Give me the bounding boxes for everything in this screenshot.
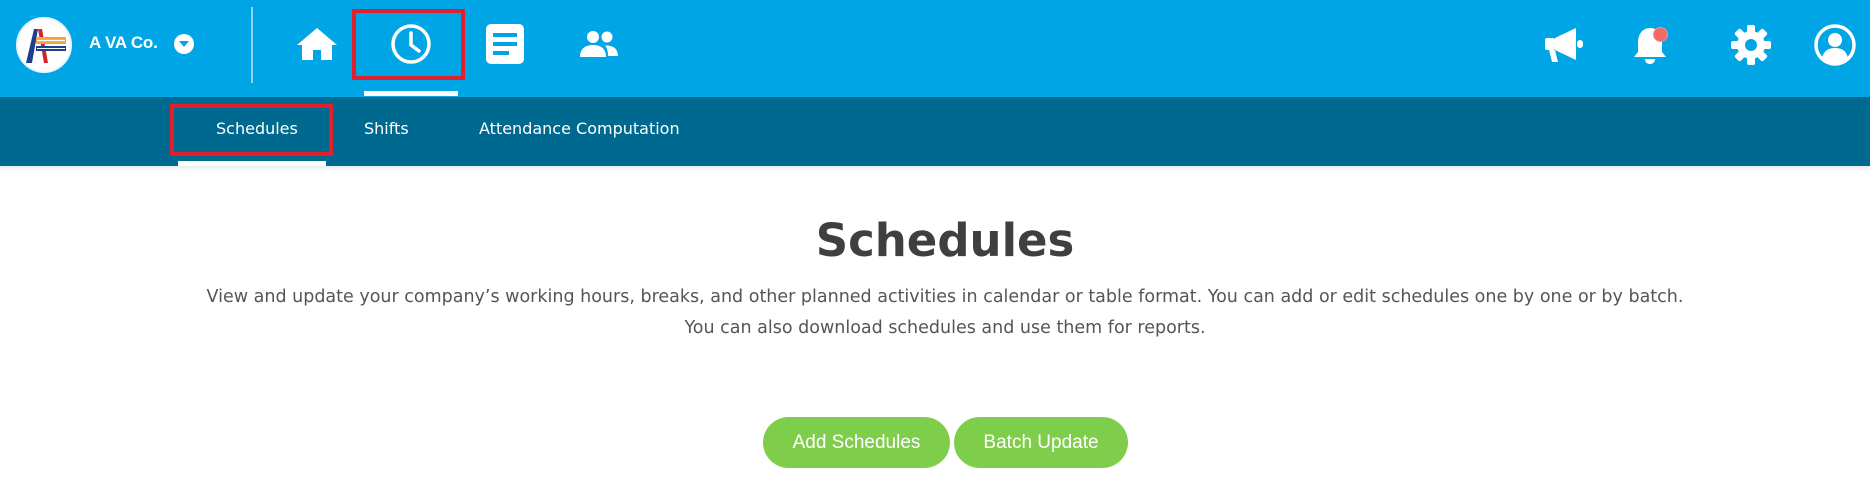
logo-mark-icon (26, 29, 66, 63)
highlight-time-nav (352, 9, 465, 80)
tab-shifts[interactable]: Shifts (364, 119, 409, 138)
company-logo[interactable] (16, 17, 72, 73)
megaphone-icon (1545, 28, 1583, 62)
tab-attendance-computation[interactable]: Attendance Computation (479, 119, 680, 138)
nav-reports[interactable] (481, 20, 529, 68)
announcements-button[interactable] (1540, 20, 1590, 70)
subnav-shadow (0, 166, 1870, 172)
people-icon (580, 31, 618, 57)
page-description: View and update your company’s working h… (206, 287, 1684, 338)
company-dropdown-button[interactable] (174, 34, 194, 54)
add-schedules-button[interactable]: Add Schedules (763, 417, 950, 468)
notification-dot (1653, 27, 1668, 42)
settings-button[interactable] (1726, 20, 1776, 70)
company-name: A VA Co. (89, 33, 158, 52)
header-divider (251, 7, 253, 83)
profile-button[interactable] (1810, 20, 1860, 70)
gear-icon (1731, 25, 1771, 65)
page-title: Schedules (815, 214, 1075, 267)
home-icon (297, 28, 337, 60)
user-icon (1814, 24, 1856, 66)
notifications-button[interactable] (1625, 20, 1675, 70)
nav-people[interactable] (575, 20, 623, 68)
nav-active-indicator (364, 91, 458, 96)
nav-home[interactable] (293, 20, 341, 68)
chevron-down-icon (179, 41, 189, 47)
batch-update-button[interactable]: Batch Update (954, 417, 1128, 468)
document-icon (486, 24, 524, 64)
highlight-schedules-tab (170, 104, 333, 156)
top-navigation-bar: A VA Co. (0, 0, 1870, 97)
